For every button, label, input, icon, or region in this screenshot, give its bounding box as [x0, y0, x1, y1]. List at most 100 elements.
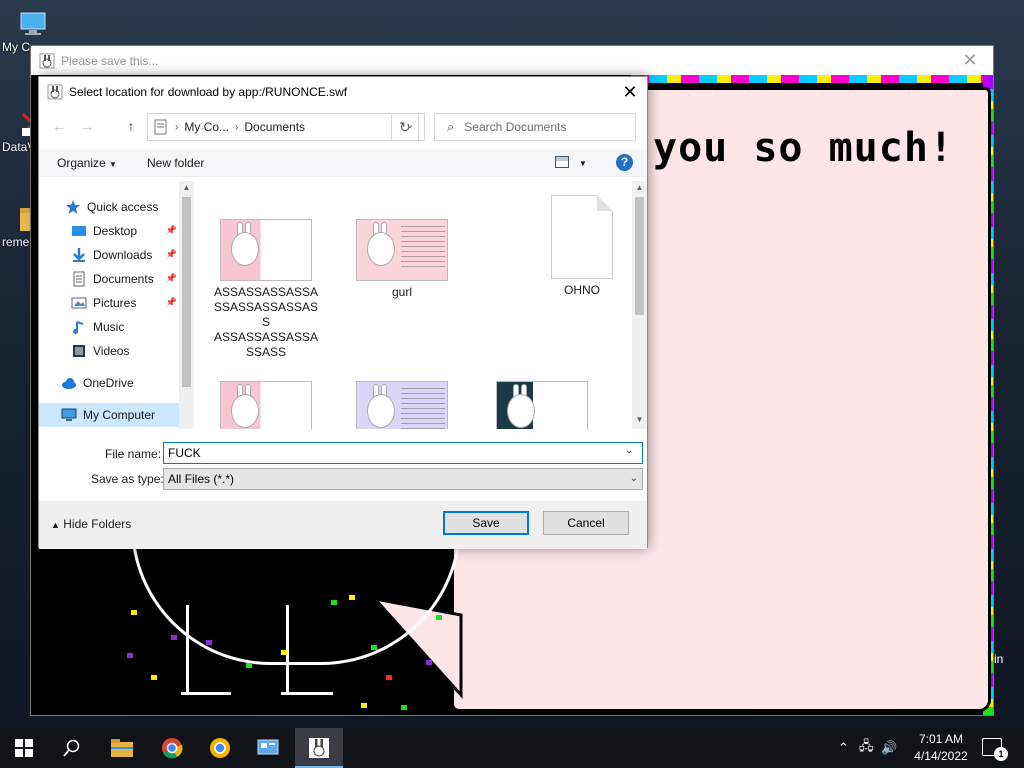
- nav-item-label: Desktop: [93, 224, 138, 238]
- nav-item-label: Quick access: [87, 200, 159, 214]
- system-tray: ⌃ 🖧 🔊: [838, 728, 898, 768]
- windows-logo-icon: [15, 739, 33, 757]
- glitch-pixel: [281, 650, 287, 655]
- network-icon[interactable]: 🖧: [859, 737, 874, 759]
- nav-item-downloads[interactable]: Downloads 📌: [39, 243, 179, 267]
- chevron-up-icon[interactable]: ⌃: [838, 740, 849, 756]
- glitch-pixel: [171, 635, 177, 640]
- refresh-button[interactable]: ↻: [391, 113, 419, 141]
- pin-icon: 📌: [165, 297, 177, 307]
- speech-text: you so much!: [653, 125, 954, 171]
- app-close-button[interactable]: ✕: [947, 50, 993, 71]
- glitch-pixel: [401, 705, 407, 710]
- bunny-app-icon: [47, 84, 63, 100]
- file-thumbnail: [356, 381, 448, 429]
- file-thumbnail: [220, 219, 312, 281]
- nav-item-onedrive[interactable]: OneDrive: [39, 371, 179, 395]
- nav-item-desktop[interactable]: Desktop 📌: [39, 219, 179, 243]
- organize-button[interactable]: Organize ▼: [57, 156, 117, 170]
- taskbar-file-explorer[interactable]: [98, 728, 146, 768]
- notification-count: 1: [994, 747, 1008, 761]
- address-bar[interactable]: › My Co... › Documents ⌄: [147, 113, 425, 141]
- navigation-bar: ← → ↑ › My Co... › Documents ⌄ ↻ ⌕ Searc…: [39, 111, 647, 141]
- dialog-titlebar: Select location for download by app:/RUN…: [39, 77, 647, 107]
- glitch-pixel: [349, 595, 355, 600]
- file-item[interactable]: gurl: [347, 219, 457, 300]
- nav-item-documents[interactable]: Documents 📌: [39, 267, 179, 291]
- videos-icon: [73, 345, 85, 357]
- bunny-shape: [231, 232, 259, 266]
- thumbnail-text-lines: [401, 226, 445, 270]
- taskbar-chrome-alt[interactable]: [196, 728, 244, 768]
- scrollbar-thumb[interactable]: [635, 197, 644, 315]
- scrollbar-thumb[interactable]: [182, 197, 191, 387]
- view-options-icon[interactable]: [555, 156, 569, 168]
- nav-item-videos[interactable]: Videos: [39, 339, 179, 363]
- clock-time: 7:01 AM: [918, 732, 964, 746]
- file-list-scrollbar[interactable]: ▲ ▼: [632, 181, 647, 429]
- file-thumbnail: [220, 381, 312, 429]
- file-item[interactable]: [211, 381, 321, 429]
- search-button[interactable]: [48, 728, 96, 768]
- pictures-icon: [71, 297, 87, 309]
- dialog-close-button[interactable]: ✕: [615, 82, 645, 103]
- file-list: ASSASSASSASSA SSASSASSASSASS ASSASSASSAS…: [211, 181, 633, 429]
- file-item[interactable]: ASSASSASSASSA SSASSASSASSASS ASSASSASSAS…: [211, 219, 321, 360]
- search-box[interactable]: ⌕ Search Documents: [434, 113, 636, 141]
- bunny-leg: [186, 605, 192, 695]
- chevron-down-icon[interactable]: ▼: [579, 159, 587, 168]
- up-button[interactable]: ↑: [121, 116, 141, 136]
- nav-item-label: Music: [93, 320, 125, 334]
- chevron-down-icon[interactable]: ⌄: [625, 445, 633, 456]
- scroll-down-arrow[interactable]: ▼: [632, 415, 647, 424]
- desktop-icon: [72, 226, 86, 236]
- nav-item-label: Downloads: [93, 248, 153, 262]
- pin-icon: 📌: [165, 273, 177, 283]
- forward-button[interactable]: →: [77, 116, 97, 136]
- file-item[interactable]: [347, 381, 457, 429]
- glitch-pixel: [246, 663, 252, 668]
- nav-item-my-computer[interactable]: My Computer: [39, 403, 179, 427]
- file-name-label: File name:: [105, 447, 162, 461]
- start-button[interactable]: [0, 728, 48, 768]
- scroll-up-arrow[interactable]: ▲: [632, 183, 647, 192]
- nav-item-music[interactable]: Music: [39, 315, 179, 339]
- cancel-button[interactable]: Cancel: [543, 511, 629, 535]
- nav-item-quick-access[interactable]: Quick access: [39, 195, 179, 219]
- file-item[interactable]: OHNO: [527, 195, 633, 298]
- bunny-foot: [281, 692, 333, 695]
- breadcrumb-root[interactable]: My Co...: [184, 120, 229, 134]
- back-button[interactable]: ←: [49, 116, 69, 136]
- nav-item-pictures[interactable]: Pictures 📌: [39, 291, 179, 315]
- search-icon: ⌕: [447, 119, 455, 134]
- save-type-value: All Files (*.*): [168, 472, 235, 486]
- file-item[interactable]: [487, 381, 597, 429]
- hide-folders-button[interactable]: ▲ Hide Folders: [51, 517, 131, 531]
- app-titlebar: Please save this... ✕: [31, 46, 993, 75]
- help-icon[interactable]: ?: [616, 154, 633, 171]
- notification-icon[interactable]: 1: [982, 738, 1008, 761]
- navigation-pane: Quick access Desktop 📌 Downloads 📌 Docum…: [39, 181, 195, 429]
- computer-icon: [61, 408, 77, 421]
- search-input[interactable]: Search Documents: [464, 120, 566, 134]
- taskbar-flash-app[interactable]: [295, 728, 343, 768]
- taskbar-chrome[interactable]: [148, 728, 196, 768]
- hide-folders-label: Hide Folders: [63, 517, 132, 531]
- breadcrumb-current[interactable]: Documents: [244, 120, 305, 134]
- taskbar-control-panel[interactable]: [244, 728, 292, 768]
- new-folder-button[interactable]: New folder: [147, 156, 204, 170]
- nav-pane-scrollbar[interactable]: ▲: [179, 181, 194, 429]
- glitch-pixel: [331, 600, 337, 605]
- scroll-up-arrow[interactable]: ▲: [179, 183, 194, 192]
- nav-item-label: My Computer: [83, 408, 156, 422]
- taskbar-clock[interactable]: 7:01 AM 4/14/2022: [906, 731, 976, 765]
- breadcrumb-separator: ›: [235, 121, 239, 133]
- glitch-pixel: [131, 610, 137, 615]
- bunny-app-icon: [309, 738, 329, 758]
- glitch-strip-top: [631, 75, 993, 83]
- volume-icon[interactable]: 🔊: [881, 740, 897, 756]
- file-name-input[interactable]: FUCK: [163, 442, 643, 464]
- browser-icon: [210, 738, 230, 758]
- save-type-select[interactable]: All Files (*.*) ⌄: [163, 468, 643, 490]
- save-button[interactable]: Save: [443, 511, 529, 535]
